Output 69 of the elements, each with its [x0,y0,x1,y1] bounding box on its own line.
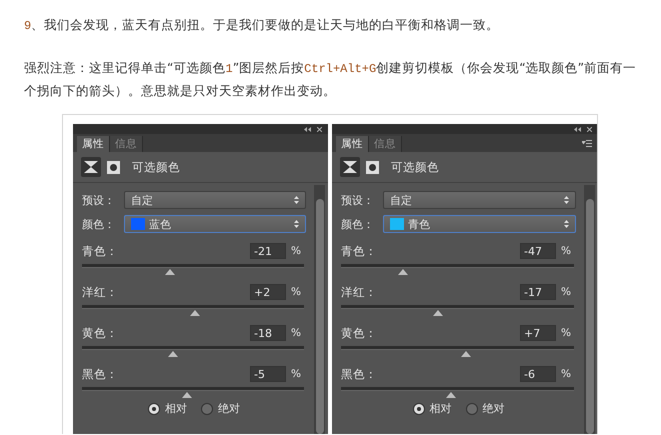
radio-label: 绝对 [218,401,240,416]
slider-thumb[interactable] [168,351,178,357]
close-icon[interactable] [317,126,322,132]
updown-arrows-icon [294,196,299,204]
radio-label: 相对 [430,401,452,416]
preset-label: 预设： [341,192,375,208]
preset-dropdown[interactable]: 自定 [124,191,306,209]
slider-thumb[interactable] [446,392,456,398]
radio-button[interactable] [412,402,424,414]
unit-label: % [290,286,302,298]
slider-thumb[interactable] [190,310,200,316]
radio-button[interactable] [466,402,478,414]
adjustment-icon [81,157,101,177]
preset-dropdown[interactable]: 自定 [383,191,576,209]
color-label: 颜色： [341,216,375,232]
value-field[interactable]: -5 [250,366,286,382]
color-dropdown[interactable]: 蓝色 [124,215,306,233]
radio-label: 相对 [165,401,187,416]
slider-thumb[interactable] [398,269,408,275]
unit-label: % [290,245,302,257]
value-field[interactable]: -18 [250,325,286,341]
unit-label: % [560,286,572,298]
radio-button[interactable] [201,402,213,414]
article-paragraph: 强烈注意：这里记得单击“可选颜色1”图层然后按Ctrl+Alt+G创建剪切模板（你会发现“选取颜色”前面有一个拐向下的箭头）。意思就是只对天空素材作出变动。 [24,59,638,100]
mask-icon [107,160,120,174]
slider-label: 洋红： [82,284,118,300]
scrollbar[interactable] [584,185,595,434]
adjustment-icon [340,157,360,177]
panel-tab[interactable]: 属性 [77,136,110,152]
mask-icon [366,160,379,174]
slider-thumb[interactable] [182,392,192,398]
slider-thumb[interactable] [432,310,443,316]
unit-label: % [560,327,572,339]
radio-label: 绝对 [482,401,504,416]
menu-icon[interactable] [582,140,592,147]
updown-arrows-icon [564,220,569,228]
close-icon[interactable] [587,126,592,132]
radio-button[interactable] [148,402,160,414]
unit-label: % [560,368,572,380]
slider-label: 青色： [82,244,118,258]
slider-thumb[interactable] [460,351,471,357]
updown-arrows-icon [564,196,569,204]
collapse-icon[interactable] [304,126,311,132]
updown-arrows-icon [294,220,299,228]
value-field[interactable]: +2 [250,284,286,300]
panel-title: 可选颜色 [132,160,180,174]
slider-label: 黄色： [82,326,118,340]
article-paragraph: 9、我们会发现，蓝天有点别扭。于是我们要做的是让天与地的白平衡和格调一致。 [24,16,500,35]
scrollbar[interactable] [314,185,325,434]
slider-label: 黑色： [341,366,377,382]
unit-label: % [290,327,302,339]
color-label: 颜色： [82,216,116,232]
preset-label: 预设： [82,192,116,208]
value-field[interactable]: -47 [520,243,556,259]
slider-label: 黄色： [341,326,377,340]
slider-label: 洋红： [341,284,377,300]
value-field[interactable]: -17 [520,284,556,300]
unit-label: % [290,368,302,380]
value-field[interactable]: -6 [520,366,556,382]
value-field[interactable]: +7 [520,325,556,341]
slider-label: 青色： [341,244,377,258]
slider-thumb[interactable] [164,269,175,275]
collapse-icon[interactable] [574,126,581,132]
panel-title: 可选颜色 [391,160,439,174]
unit-label: % [560,245,572,257]
panel-tab[interactable]: 属性 [336,136,369,152]
value-field[interactable]: -21 [250,243,286,259]
slider-label: 黑色： [82,366,118,382]
color-dropdown[interactable]: 青色 [383,215,576,233]
